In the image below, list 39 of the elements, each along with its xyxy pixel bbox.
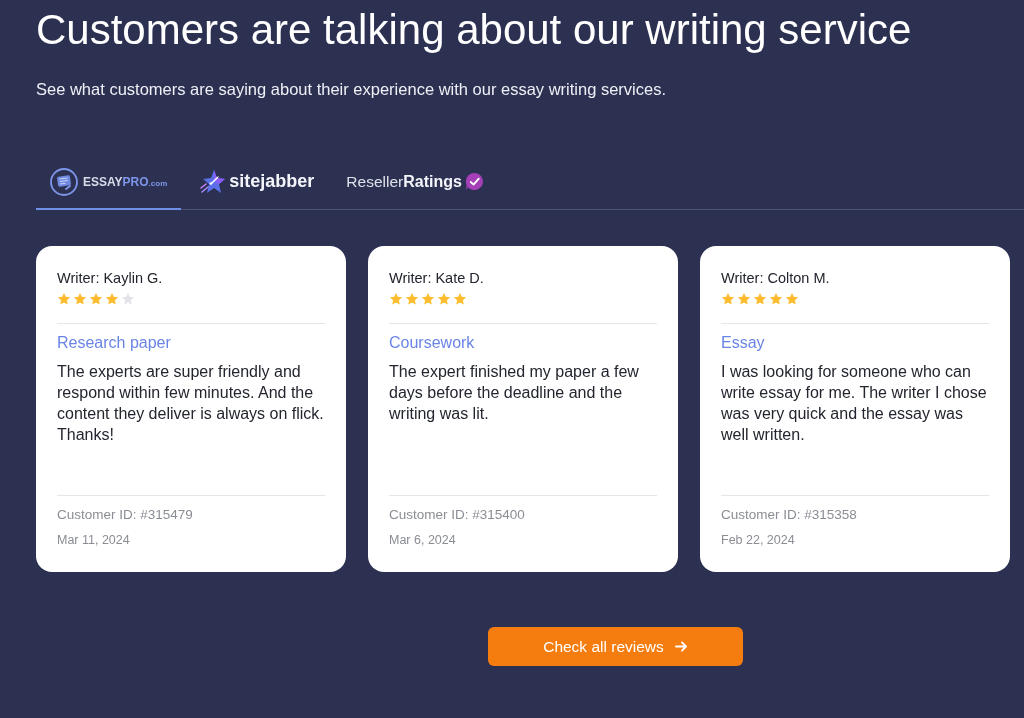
star-icon	[121, 292, 135, 306]
writer-name: Writer: Kate D.	[389, 269, 484, 288]
customer-id: Customer ID: #315358	[721, 506, 857, 524]
star-icon	[105, 292, 119, 306]
writer-name: Writer: Colton M.	[721, 269, 830, 288]
arrow-right-icon	[674, 641, 688, 652]
writer-name: Writer: Kaylin G.	[57, 269, 163, 288]
rocket-star-icon	[199, 168, 226, 195]
star-icon	[57, 292, 71, 306]
review-date: Feb 22, 2024	[721, 532, 795, 549]
review-text: The experts are super friendly and respond within few minutes. And the content they deliver is always on flick. Thanks!	[57, 362, 325, 445]
star-icon	[89, 292, 103, 306]
review-category: Research paper	[57, 333, 171, 353]
page-subtitle: See what customers are saying about their experience with our essay writing services.	[36, 79, 667, 100]
check-badge-icon	[464, 172, 484, 191]
customer-id: Customer ID: #315400	[389, 506, 525, 524]
site-tab[interactable]: ResellerRatings	[332, 155, 498, 210]
star-icon	[737, 292, 751, 306]
star-icon	[753, 292, 767, 306]
customer-id: Customer ID: #315479	[57, 506, 193, 524]
site-tab[interactable]: sitejabber	[185, 155, 329, 210]
document-circle-icon	[50, 167, 78, 196]
page-title: Customers are talking about our writing service	[36, 5, 912, 55]
star-icon	[785, 292, 799, 306]
review-text: The expert finished my paper a few days before the deadline and the writing was lit.	[389, 362, 640, 424]
review-category: Essay	[721, 333, 765, 353]
star-icon	[73, 292, 87, 306]
star-icon	[405, 292, 419, 306]
star-icon	[721, 292, 735, 306]
review-date: Mar 6, 2024	[389, 532, 456, 549]
review-text: I was looking for someone who can write essay for me. The writer I chose was very quick and the essay was well written.	[721, 362, 988, 445]
star-icon	[437, 292, 451, 306]
star-icon	[769, 292, 783, 306]
review-date: Mar 11, 2024	[57, 532, 130, 549]
star-icon	[421, 292, 435, 306]
site-tab[interactable]: ESSAYPRO.com	[36, 155, 182, 210]
star-icon	[389, 292, 403, 306]
star-icon	[453, 292, 467, 306]
review-category: Coursework	[389, 333, 475, 353]
